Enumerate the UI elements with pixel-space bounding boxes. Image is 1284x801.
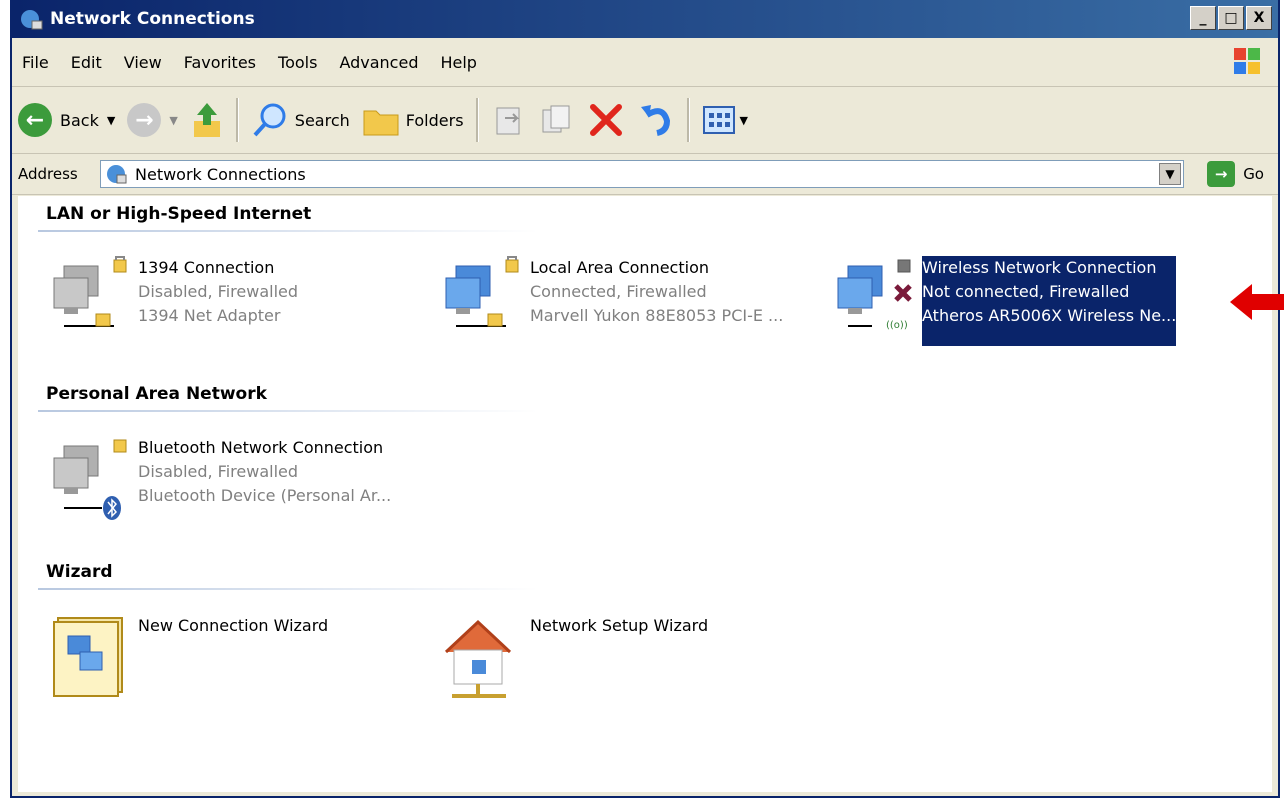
maximize-button[interactable]: □ (1218, 6, 1244, 30)
minimize-button[interactable]: _ (1190, 6, 1216, 30)
connection-text: Local Area Connection Connected, Firewal… (530, 256, 783, 346)
delete-icon (589, 104, 622, 136)
menu-tools[interactable]: Tools (278, 53, 317, 72)
network-connections-window: Network Connections _ □ X File Edit View… (10, 0, 1280, 798)
house-network-icon (444, 619, 512, 698)
connection-name: Wireless Network Connection (922, 258, 1157, 277)
wizard-book-icon (53, 617, 123, 697)
connection-wireless[interactable]: ((o)) Wireless Network Connection Not co… (834, 256, 1177, 346)
chevron-down-icon: ▼ (106, 113, 116, 127)
copy-to-button[interactable] (533, 93, 581, 147)
up-folder-icon (193, 103, 220, 137)
back-label: Back (60, 110, 99, 130)
window-title: Network Connections (50, 9, 255, 29)
new-connection-wizard[interactable]: New Connection Wizard (50, 614, 328, 704)
connection-status: Not connected, Firewalled (922, 282, 1130, 301)
go-label: Go (1243, 165, 1264, 183)
chevron-down-icon: ▼ (739, 113, 748, 127)
menu-view[interactable]: View (124, 53, 162, 72)
network-connections-icon (21, 10, 43, 30)
connection-bluetooth[interactable]: Bluetooth Network Connection Disabled, F… (50, 436, 391, 526)
connection-text: Wireless Network Connection Not connecte… (922, 256, 1177, 346)
address-label: Address (18, 165, 78, 183)
search-button[interactable]: Search (245, 93, 356, 147)
up-folder-button[interactable] (184, 93, 230, 147)
forward-icon: → (127, 103, 162, 137)
wizard-text: New Connection Wizard (138, 614, 328, 704)
network-setup-wizard[interactable]: Network Setup Wizard (442, 614, 708, 704)
wizard-name: New Connection Wizard (138, 616, 329, 635)
group-header-personal-area: Personal Area Network (46, 384, 267, 404)
forward-button[interactable]: → ▼ (121, 93, 183, 147)
address-bar: Address Network Connections ▼ → Go (12, 154, 1278, 195)
search-icon (253, 103, 286, 137)
menu-bar: File Edit View Favorites Tools Advanced … (12, 38, 1278, 87)
red-arrow-icon (1230, 284, 1284, 320)
windows-logo-icon (1226, 44, 1268, 80)
menu-help[interactable]: Help (440, 53, 476, 72)
toolbar-separator (475, 98, 479, 142)
chevron-down-icon: ▼ (169, 113, 178, 127)
connection-device: Atheros AR5006X Wireless Ne... (922, 306, 1177, 325)
svg-text:((o)): ((o)) (886, 320, 908, 331)
content-pane: LAN or High-Speed Internet 1394 Connecti… (18, 196, 1272, 792)
connection-name: Bluetooth Network Connection (138, 438, 384, 457)
menu-edit[interactable]: Edit (71, 53, 102, 72)
title-bar[interactable]: Network Connections _ □ X (12, 0, 1278, 38)
undo-button[interactable] (631, 93, 681, 147)
connection-device: 1394 Net Adapter (138, 306, 281, 325)
address-value: Network Connections (135, 164, 306, 184)
toolbar: ← Back ▼ → ▼ Search Folders ▼ (12, 87, 1278, 154)
wizard-name: Network Setup Wizard (530, 616, 709, 635)
search-label: Search (294, 110, 350, 130)
connection-status: Disabled, Firewalled (138, 282, 299, 301)
group-divider (38, 588, 538, 590)
group-divider (38, 230, 538, 232)
wizard-text: Network Setup Wizard (530, 614, 708, 704)
connection-device: Bluetooth Device (Personal Ar... (138, 486, 392, 505)
menu-favorites[interactable]: Favorites (184, 53, 256, 72)
connection-name: 1394 Connection (138, 258, 275, 277)
group-divider (38, 410, 538, 412)
connection-name: Local Area Connection (530, 258, 709, 277)
connection-status: Disabled, Firewalled (138, 462, 299, 481)
go-arrow-icon: → (1207, 161, 1236, 187)
back-button[interactable]: ← Back ▼ (12, 93, 121, 147)
toolbar-separator (686, 98, 690, 142)
group-header-wizard: Wizard (46, 562, 113, 582)
move-to-icon (496, 107, 520, 135)
connection-text: 1394 Connection Disabled, Firewalled 139… (138, 256, 298, 346)
connection-1394[interactable]: 1394 Connection Disabled, Firewalled 139… (50, 256, 298, 346)
views-button[interactable]: ▼ (696, 93, 754, 147)
group-header-lan: LAN or High-Speed Internet (46, 204, 312, 224)
folders-label: Folders (405, 110, 464, 130)
network-connections-icon (107, 165, 127, 184)
wireless-x-icon: ((o)) (837, 259, 912, 331)
connection-status: Connected, Firewalled (530, 282, 707, 301)
undo-icon (640, 105, 670, 136)
menu-file[interactable]: File (22, 53, 49, 72)
folders-icon (363, 110, 399, 136)
copy-to-icon (542, 105, 570, 133)
folders-button[interactable]: Folders (356, 93, 470, 147)
back-icon: ← (18, 103, 52, 137)
toolbar-separator (235, 98, 239, 142)
close-button[interactable]: X (1246, 6, 1272, 30)
connection-device: Marvell Yukon 88E8053 PCI-E ... (530, 306, 784, 325)
window-controls: _ □ X (1190, 6, 1272, 30)
address-dropdown-button[interactable]: ▼ (1159, 163, 1181, 185)
computer-lan-icon (445, 256, 519, 327)
connection-text: Bluetooth Network Connection Disabled, F… (138, 436, 391, 526)
move-to-button[interactable] (485, 93, 533, 147)
go-button[interactable]: → Go (1207, 161, 1264, 187)
views-icon (702, 106, 735, 134)
bluetooth-icon (53, 439, 127, 520)
address-field[interactable]: Network Connections ▼ (100, 160, 1184, 188)
delete-button[interactable] (581, 93, 631, 147)
menu-advanced[interactable]: Advanced (339, 53, 418, 72)
computer-lock-icon (53, 256, 127, 327)
connection-local-area[interactable]: Local Area Connection Connected, Firewal… (442, 256, 783, 346)
